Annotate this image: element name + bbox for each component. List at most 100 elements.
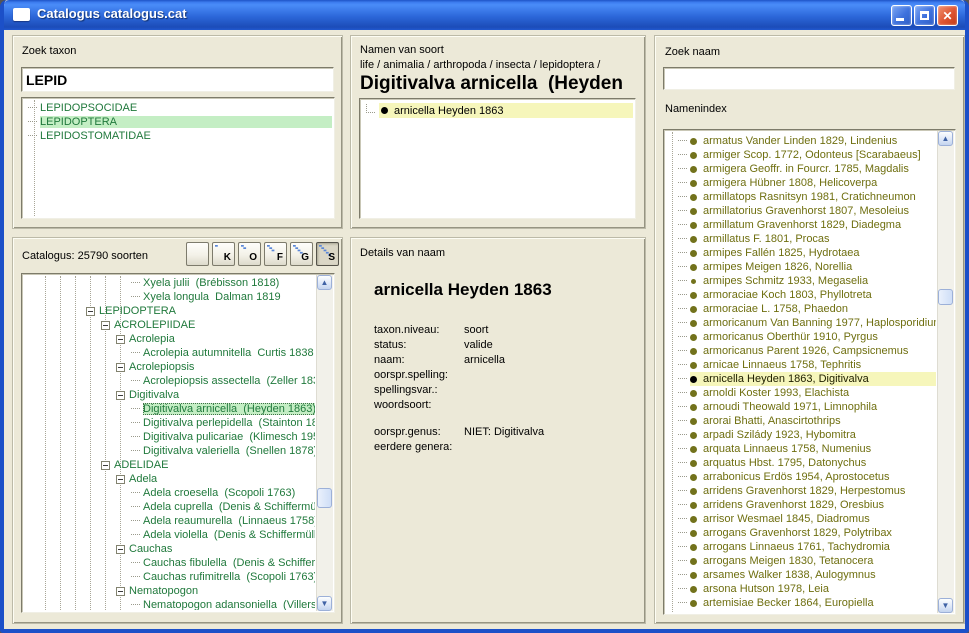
namenindex-item[interactable]: armoricanum Van Banning 1977, Haplospori… (666, 316, 936, 330)
taxon-result-item[interactable]: LEPIDOPTERA (28, 115, 332, 129)
namenindex-item[interactable]: armoraciae L. 1758, Phaedon (666, 302, 936, 316)
namenindex-item[interactable]: armoricanus Parent 1926, Campsicnemus (666, 344, 936, 358)
zoek-naam-panel: Zoek naam Namenindex armatus Vander Lind… (654, 35, 965, 624)
tree-branch-item[interactable]: Nematopogon (24, 584, 315, 598)
namenindex-listbox[interactable]: armatus Vander Linden 1829, Lindeniusarm… (663, 129, 956, 615)
namenindex-item[interactable]: arnicae Linnaeus 1758, Tephritis (666, 358, 936, 372)
title-bar[interactable]: Catalogus catalogus.cat ✕ (4, 0, 965, 30)
catalogus-scrollbar[interactable]: ▲ ▼ (316, 275, 333, 611)
tree-leaf-item[interactable]: Nematopogon adansoniella (Villers 1 (24, 598, 315, 610)
namenindex-item[interactable]: arquatus Hbst. 1795, Datonychus (666, 456, 936, 470)
tree-branch-item[interactable]: Acrolepiopsis (24, 360, 315, 374)
namenindex-item[interactable]: arrogans Gravenhorst 1829, Polytribax (666, 526, 936, 540)
namenindex-item[interactable]: armatus Vander Linden 1829, Lindenius (666, 134, 936, 148)
namenindex-item-label: armoricanus Parent 1926, Campsicnemus (703, 345, 908, 357)
namenindex-item[interactable]: arsona Hutson 1978, Leia (666, 582, 936, 596)
namenindex-item[interactable]: armoricanus Oberthür 1910, Pyrgus (666, 330, 936, 344)
level-button-o[interactable]: O (238, 242, 261, 266)
bullet-icon (690, 474, 697, 481)
species-name-item[interactable]: arnicella Heyden 1863 (362, 103, 633, 118)
zoek-naam-label: Zoek naam (665, 46, 720, 58)
tree-leaf-item[interactable]: Adela reaumurella (Linnaeus 1758) (24, 514, 315, 528)
level-button-g[interactable]: G (290, 242, 313, 266)
namenindex-scrollbar[interactable]: ▲ ▼ (937, 131, 954, 613)
namenindex-item[interactable]: armigera Hübner 1808, Helicoverpa (666, 176, 936, 190)
namenindex-item[interactable]: armillatum Gravenhorst 1829, Diadegma (666, 218, 936, 232)
namenindex-item[interactable]: artemisiae Becker 1864, Europiella (666, 596, 936, 610)
tree-leaf-item[interactable]: Adela cuprella (Denis & Schiffermülle (24, 500, 315, 514)
tree-leaf-item[interactable]: Cauchas fibulella (Denis & Schiffermü (24, 556, 315, 570)
level-button-s[interactable]: S (316, 242, 339, 266)
taxon-result-label: LEPIDOPSOCIDAE (40, 102, 137, 114)
namenindex-item[interactable]: arpadi Szilády 1923, Hybomitra (666, 428, 936, 442)
tree-leaf-item[interactable]: Xyela julii (Brébisson 1818) (24, 276, 315, 290)
tree-leaf-item[interactable]: Acrolepiopsis assectella (Zeller 1839 (24, 374, 315, 388)
tree-leaf-item[interactable]: Adela violella (Denis & Schiffermüller (24, 528, 315, 542)
tree-branch-item[interactable]: LEPIDOPTERA (24, 304, 315, 318)
tree-branch-item[interactable]: ACROLEPIIDAE (24, 318, 315, 332)
namenindex-item[interactable]: arnoudi Theowald 1971, Limnophila (666, 400, 936, 414)
tree-leaf-item[interactable]: Adela croesella (Scopoli 1763) (24, 486, 315, 500)
namenindex-item[interactable]: arrisor Wesmael 1845, Diadromus (666, 512, 936, 526)
namenindex-item[interactable]: arrogans Meigen 1830, Tetanocera (666, 554, 936, 568)
scroll-up-button[interactable]: ▲ (938, 131, 953, 146)
namenindex-item[interactable]: arorai Bhatti, Anascirtothrips (666, 414, 936, 428)
tree-connector (678, 392, 687, 394)
namenindex-item[interactable]: armillatus F. 1801, Procas (666, 232, 936, 246)
scrollbar-thumb[interactable] (317, 488, 332, 508)
field-key: naam: (374, 353, 464, 368)
namenindex-item[interactable]: armigera Geoffr. in Fourcr. 1785, Magdal… (666, 162, 936, 176)
tree-branch-item[interactable]: Digitivalva (24, 388, 315, 402)
namenindex-item[interactable]: arquata Linnaeus 1758, Numenius (666, 442, 936, 456)
name-search-input[interactable] (663, 67, 955, 90)
species-title: Digitivalva arnicella (Heyden (360, 73, 641, 96)
namenindex-item-label: arrisor Wesmael 1845, Diadromus (703, 513, 870, 525)
catalogus-tree[interactable]: Xyela julii (Brébisson 1818)Xyela longul… (21, 273, 335, 613)
scroll-down-button[interactable]: ▼ (317, 596, 332, 611)
tree-branch-item[interactable]: Cauchas (24, 542, 315, 556)
tree-branch-item[interactable]: ADELIDAE (24, 458, 315, 472)
tree-branch-item[interactable]: Adela (24, 472, 315, 486)
namenindex-item[interactable]: armipes Meigen 1826, Norellia (666, 260, 936, 274)
level-button-k[interactable]: K (212, 242, 235, 266)
taxon-search-input[interactable] (21, 67, 334, 92)
level-button-blank[interactable] (186, 242, 209, 266)
field-value: soort (464, 323, 488, 338)
scroll-down-button[interactable]: ▼ (938, 598, 953, 613)
app-window: Catalogus catalogus.cat ✕ Zoek taxon LEP… (0, 0, 969, 633)
namenindex-item[interactable]: armiger Scop. 1772, Odonteus [Scarabaeus… (666, 148, 936, 162)
namenindex-item[interactable]: arnicella Heyden 1863, Digitivalva (666, 372, 936, 386)
taxon-result-item[interactable]: LEPIDOPSOCIDAE (28, 101, 332, 115)
tree-branch-item[interactable]: Acrolepia (24, 332, 315, 346)
namenindex-item[interactable]: arrabonicus Erdös 1954, Aprostocetus (666, 470, 936, 484)
namenindex-item[interactable]: arsames Walker 1838, Aulogymnus (666, 568, 936, 582)
namenindex-item[interactable]: arnoldi Koster 1993, Elachista (666, 386, 936, 400)
tree-connector (131, 380, 140, 382)
tree-leaf-item[interactable]: Digitivalva pulicariae (Klimesch 1956 (24, 430, 315, 444)
close-button[interactable]: ✕ (937, 5, 958, 26)
namenindex-item[interactable]: armillatops Rasnitsyn 1981, Cratichneumo… (666, 190, 936, 204)
namenindex-item[interactable]: armillatorius Gravenhorst 1807, Mesoleiu… (666, 204, 936, 218)
tree-leaf-item[interactable]: Digitivalva valeriella (Snellen 1878) (24, 444, 315, 458)
taxon-result-item[interactable]: LEPIDOSTOMATIDAE (28, 129, 332, 143)
tree-leaf-item[interactable]: Cauchas rufimitrella (Scopoli 1763) (24, 570, 315, 584)
tree-leaf-item[interactable]: Acrolepia autumnitella Curtis 1838 (24, 346, 315, 360)
tree-leaf-item[interactable]: Xyela longula Dalman 1819 (24, 290, 315, 304)
namenindex-item[interactable]: arrogans Linnaeus 1761, Tachydromia (666, 540, 936, 554)
maximize-button[interactable] (914, 5, 935, 26)
level-button-f[interactable]: F (264, 242, 287, 266)
namenindex-item-label: arsona Hutson 1978, Leia (703, 583, 829, 595)
taxon-results-listbox[interactable]: LEPIDOPSOCIDAELEPIDOPTERALEPIDOSTOMATIDA… (21, 97, 335, 219)
scroll-up-button[interactable]: ▲ (317, 275, 332, 290)
tree-leaf-item[interactable]: Digitivalva perlepidella (Stainton 184 (24, 416, 315, 430)
namenindex-item[interactable]: armipes Fallén 1825, Hydrotaea (666, 246, 936, 260)
namenindex-item[interactable]: arridens Gravenhorst 1829, Herpestomus (666, 484, 936, 498)
namenindex-item[interactable]: armoraciae Koch 1803, Phyllotreta (666, 288, 936, 302)
namenindex-item[interactable]: arridens Gravenhorst 1829, Oresbius (666, 498, 936, 512)
namenindex-item-label: armillatum Gravenhorst 1829, Diadegma (703, 219, 901, 231)
species-names-listbox[interactable]: arnicella Heyden 1863 (359, 98, 636, 219)
namenindex-item[interactable]: armipes Schmitz 1933, Megaselia (666, 274, 936, 288)
scrollbar-thumb[interactable] (938, 289, 953, 305)
minimize-button[interactable] (891, 5, 912, 26)
tree-leaf-item[interactable]: Digitivalva arnicella (Heyden 1863) (24, 402, 315, 416)
